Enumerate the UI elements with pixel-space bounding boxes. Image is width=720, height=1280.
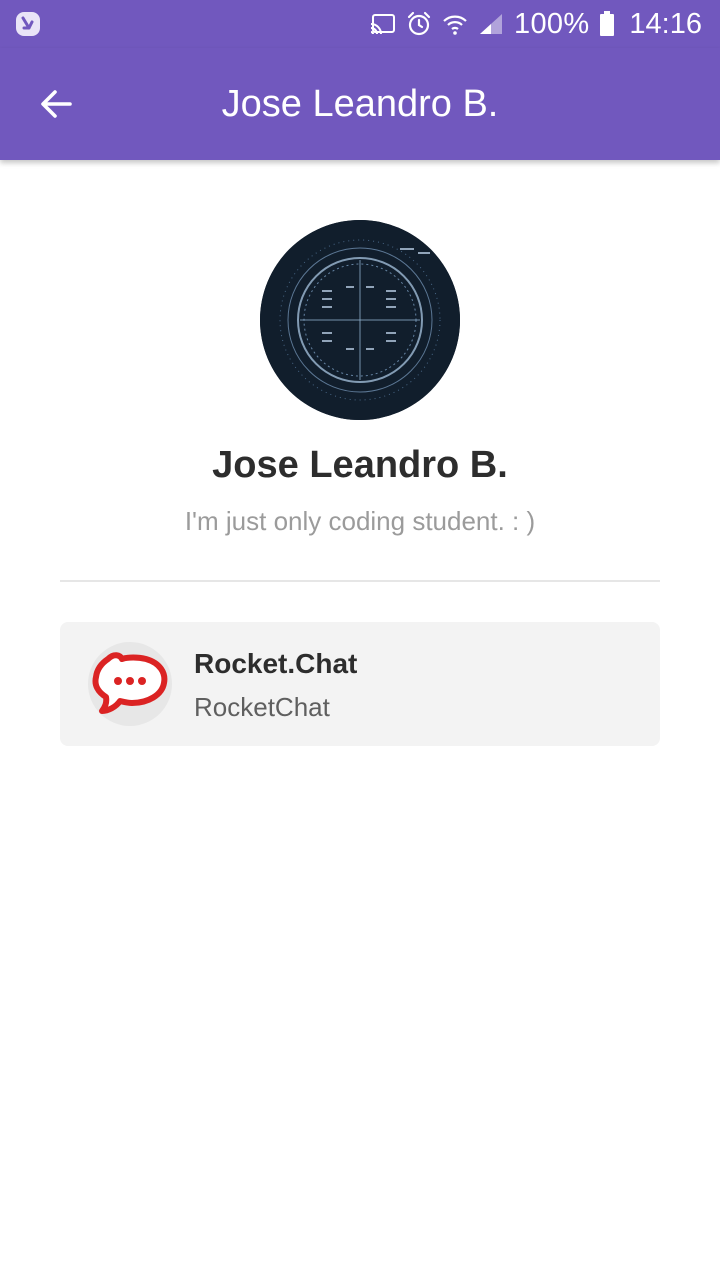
battery-percent: 100% <box>514 7 590 40</box>
app-notification-icon <box>14 10 42 38</box>
cast-icon <box>370 11 396 37</box>
channel-card[interactable]: Rocket.Chat RocketChat <box>60 622 660 746</box>
channel-subtitle: RocketChat <box>194 692 330 722</box>
status-bar: 100% 14:16 <box>0 0 720 48</box>
battery-icon <box>599 11 615 37</box>
avatar <box>260 220 460 420</box>
wifi-icon <box>442 11 468 37</box>
signal-icon <box>478 11 504 37</box>
channel-title: Rocket.Chat <box>194 648 358 679</box>
arrow-left-icon <box>41 90 72 118</box>
divider <box>60 580 660 582</box>
profile-status-message: I'm just only coding student. : ) <box>184 506 536 536</box>
app-bar: Jose Leandro B. <box>0 48 720 160</box>
clock-time: 14:16 <box>629 7 702 40</box>
page-title: Jose Leandro B. <box>221 82 499 125</box>
alarm-icon <box>406 11 432 37</box>
rocketchat-logo-icon <box>88 642 172 726</box>
profile-name: Jose Leandro B. <box>212 444 508 486</box>
back-button[interactable] <box>24 72 88 136</box>
